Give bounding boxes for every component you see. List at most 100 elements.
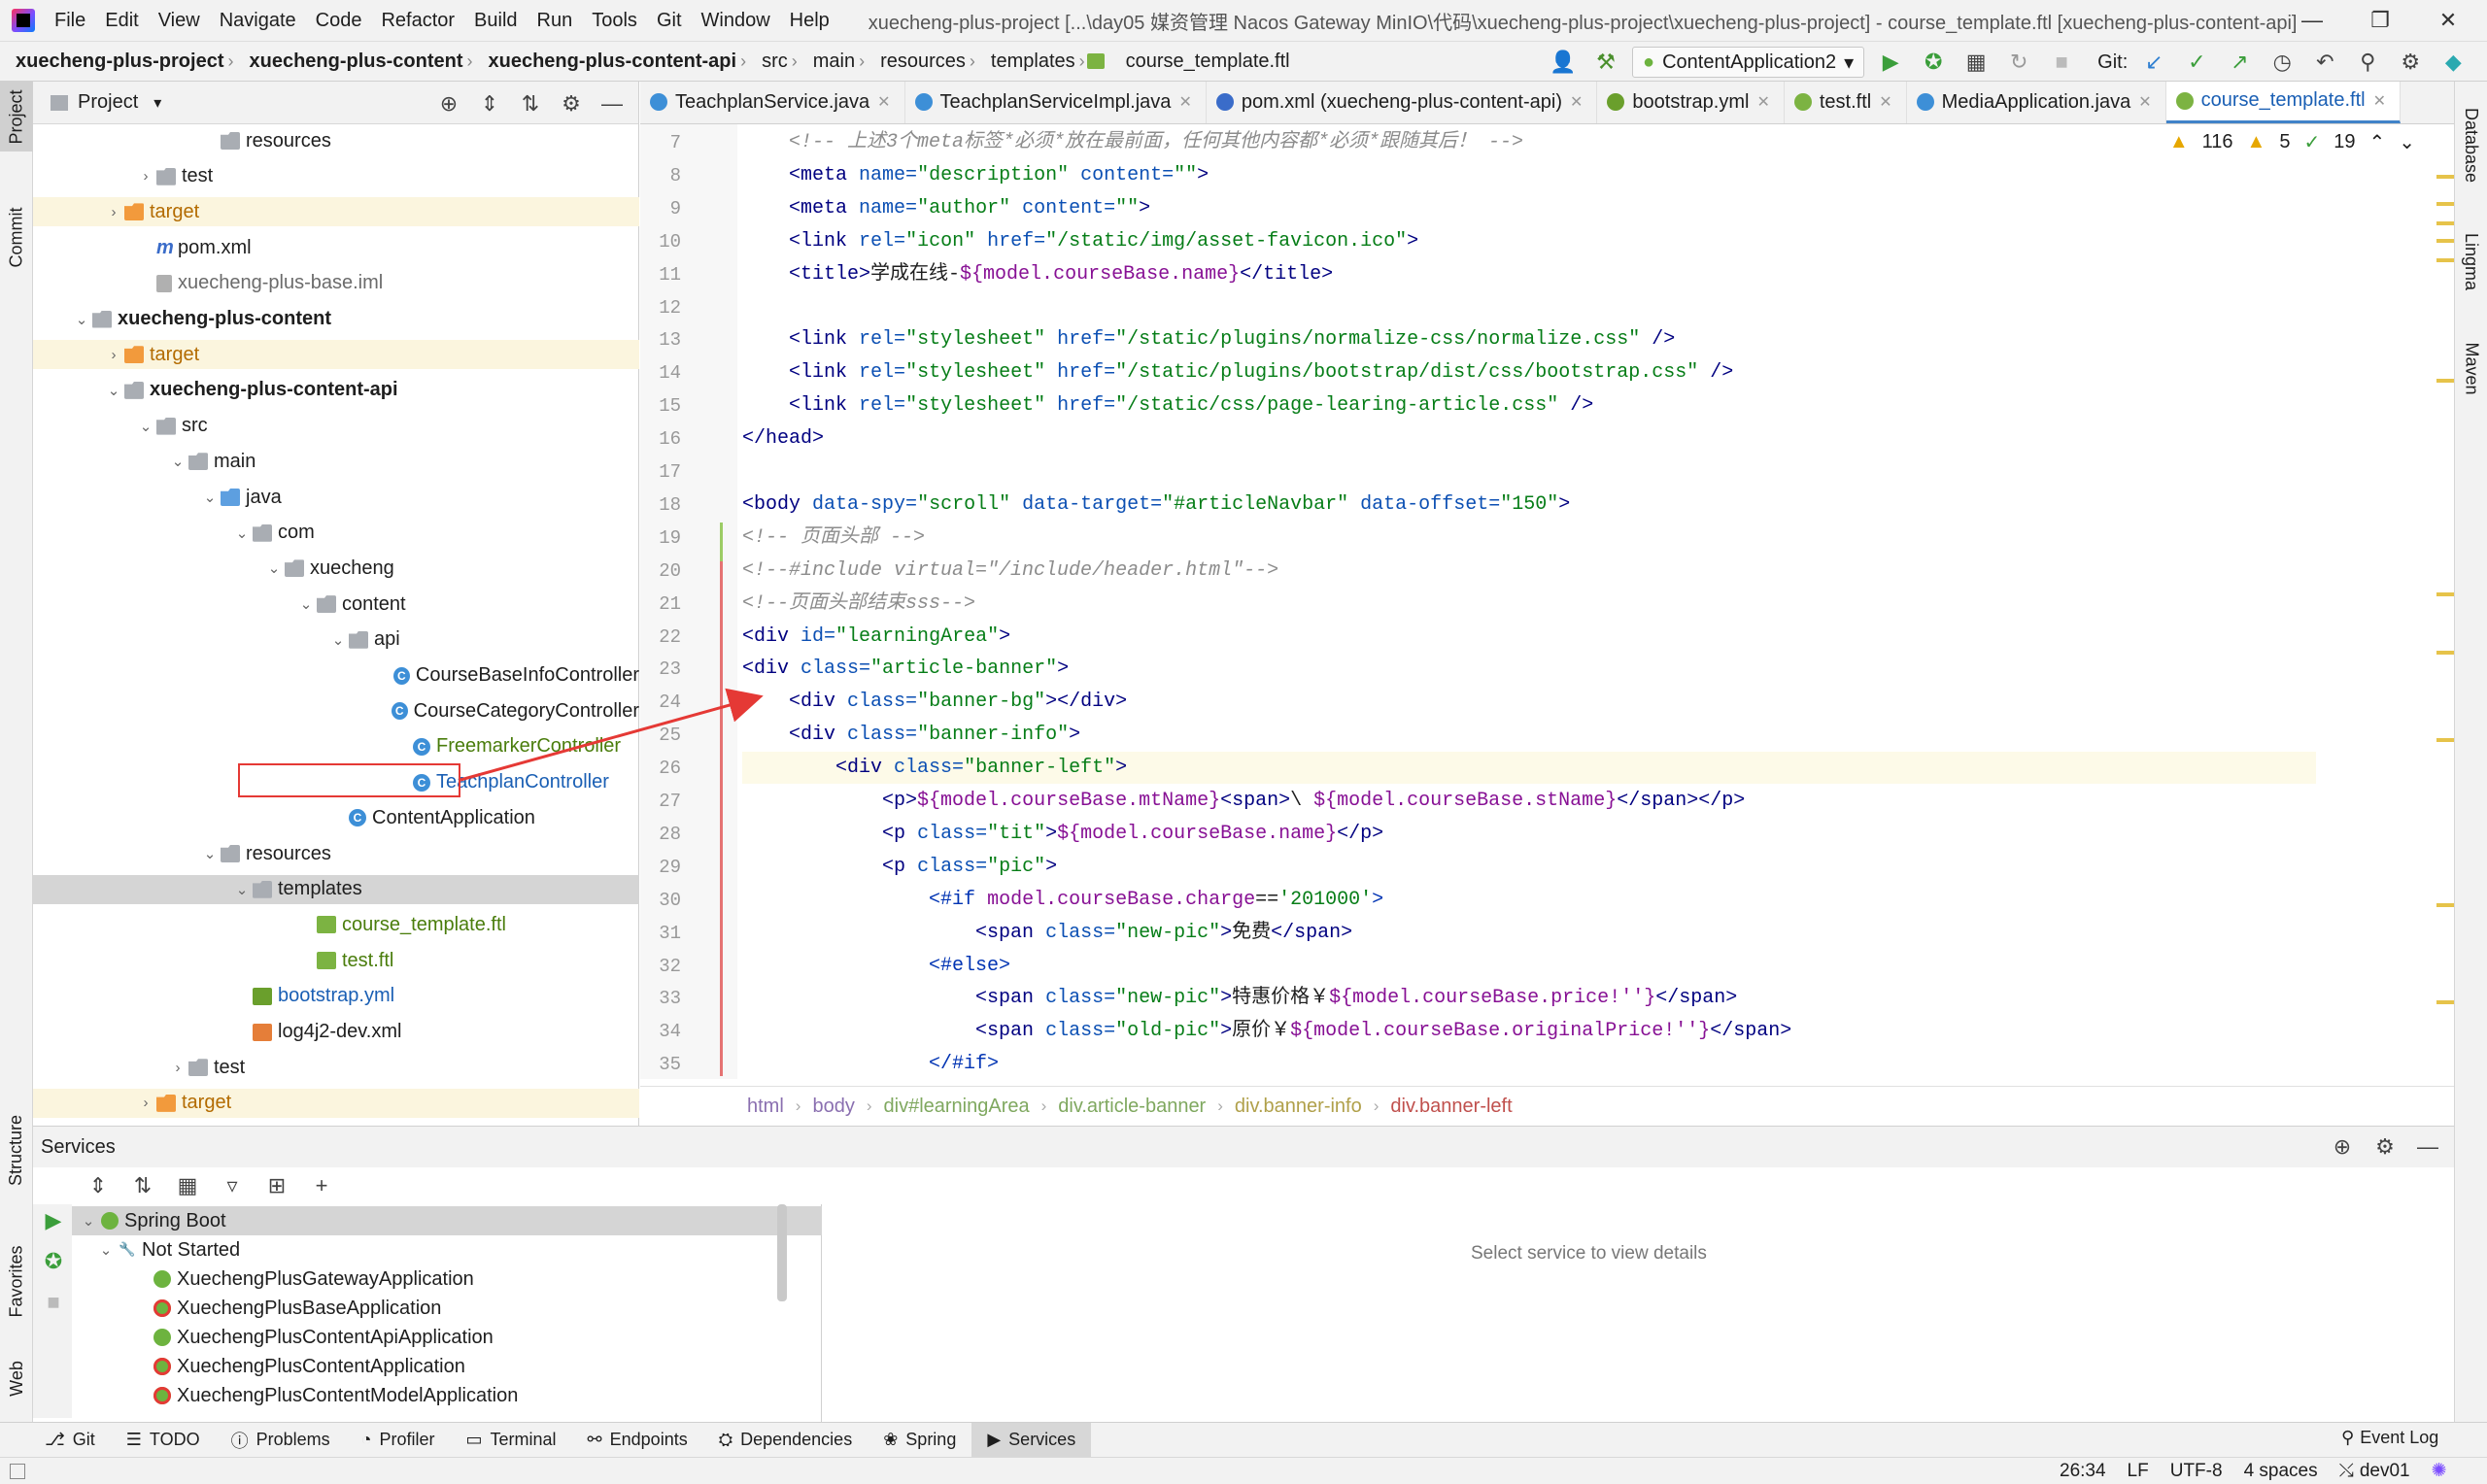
tree-item[interactable]: xuecheng-plus-base.iml (33, 269, 639, 298)
tab-commit[interactable]: Commit (0, 193, 33, 281)
chevron-down-icon[interactable]: ⌄ (297, 595, 315, 613)
code-breadcrumb-item[interactable]: div#learningArea (884, 1096, 1030, 1118)
tree-item[interactable]: mpom.xml (33, 233, 639, 262)
collapse-all-icon[interactable]: ⇅ (126, 1169, 159, 1202)
menu-navigate[interactable]: Navigate (210, 0, 306, 41)
globe-icon[interactable]: ⊕ (2326, 1130, 2359, 1164)
status-square-icon[interactable] (10, 1463, 25, 1479)
chevron-right-icon[interactable]: › (105, 204, 122, 220)
git-update-icon[interactable]: ↙ (2137, 46, 2170, 79)
locate-icon[interactable]: ⊕ (432, 87, 465, 120)
hide-panel-icon[interactable]: — (596, 87, 629, 120)
chevron-down-icon[interactable]: ⌄ (97, 1241, 115, 1259)
tree-item[interactable]: ⌄ xuecheng (33, 554, 639, 583)
chevron-down-icon[interactable]: ⌄ (233, 524, 251, 542)
menu-code[interactable]: Code (306, 0, 372, 41)
tree-item[interactable]: ⌄ xuecheng-plus-content (33, 305, 639, 334)
chevron-right-icon[interactable]: › (137, 1095, 154, 1111)
code-line[interactable]: <span class="old-pic">原价￥${model.courseB… (742, 1015, 1791, 1047)
tab-project[interactable]: Project (0, 82, 33, 152)
expand-all-icon[interactable]: ⇕ (473, 87, 506, 120)
bottom-tab-endpoints[interactable]: ⚯ Endpoints (572, 1423, 703, 1458)
bottom-tab-services[interactable]: ▶ Services (971, 1422, 1092, 1458)
editor-tab[interactable]: test.ftl ✕ (1785, 82, 1907, 123)
tab-maven[interactable]: Maven (2455, 324, 2487, 412)
git-push-icon[interactable]: ↗ (2223, 46, 2256, 79)
coverage-icon[interactable]: ▦ (1959, 46, 1993, 79)
breadcrumb-item[interactable]: xuecheng-plus-content-api (473, 51, 741, 73)
debug-icon[interactable]: ✪ (1917, 46, 1950, 79)
code-line[interactable]: <meta name="description" content=""> (742, 159, 1209, 191)
code-line[interactable]: <div class="banner-bg"></div> (742, 686, 1127, 718)
breadcrumb-item[interactable]: course_template.ftl (1110, 51, 1294, 73)
add-service-icon[interactable]: + (305, 1169, 338, 1202)
tab-web[interactable]: Web (0, 1344, 33, 1412)
project-panel-title[interactable]: Project (78, 91, 138, 114)
editor-tab[interactable]: TeachplanServiceImpl.java ✕ (905, 82, 1207, 123)
code-view[interactable]: <!-- 上述3个meta标签*必须*放在最前面，任何其他内容都*必须*跟随其后… (742, 124, 2316, 1079)
code-line[interactable]: </head> (742, 422, 824, 455)
chevron-down-icon[interactable]: ⌄ (201, 845, 219, 862)
code-line[interactable]: <link rel="stylesheet" href="/static/plu… (742, 356, 1733, 388)
profile-icon[interactable]: ↻ (2002, 46, 2035, 79)
debug-icon[interactable]: ✪ (37, 1245, 70, 1278)
close-tab-icon[interactable]: ✕ (877, 92, 890, 112)
code-line[interactable]: <span class="new-pic">免费</span> (742, 917, 1352, 949)
code-line[interactable]: <!--页面头部结束sss--> (742, 588, 975, 620)
breadcrumb-item[interactable]: src (746, 51, 792, 73)
chevron-down-icon[interactable]: ⌄ (329, 631, 347, 649)
services-scrollbar[interactable] (777, 1204, 787, 1301)
run-icon[interactable]: ▶ (37, 1204, 70, 1237)
caret-position[interactable]: 26:34 (2060, 1461, 2106, 1482)
run-icon[interactable]: ▶ (1874, 46, 1907, 79)
chevron-right-icon[interactable]: › (137, 168, 154, 185)
bottom-tab-profiler[interactable]: ◔ Profiler (346, 1423, 451, 1458)
code-line[interactable]: <div class="article-banner"> (742, 653, 1069, 685)
user-icon[interactable]: 👤 (1547, 46, 1580, 79)
chevron-down-icon[interactable]: ⌄ (265, 559, 283, 577)
chevron-down-icon[interactable]: ⌄ (137, 418, 154, 435)
error-stripe[interactable] (2436, 165, 2454, 1068)
tree-item[interactable]: › test (33, 162, 639, 191)
rollback-icon[interactable]: ↶ (2308, 46, 2341, 79)
tree-item[interactable]: C CourseBaseInfoController (33, 661, 639, 691)
menu-build[interactable]: Build (464, 0, 527, 41)
editor-tab[interactable]: bootstrap.yml ✕ (1597, 82, 1785, 123)
chevron-down-icon[interactable]: ⌄ (233, 881, 251, 898)
tree-item[interactable]: ⌄ main (33, 447, 639, 476)
chevron-right-icon[interactable]: › (105, 347, 122, 363)
chevron-right-icon[interactable]: › (169, 1060, 187, 1076)
code-line[interactable]: <meta name="author" content=""> (742, 192, 1150, 224)
code-line[interactable]: <#else> (742, 950, 1010, 982)
menu-view[interactable]: View (149, 0, 210, 41)
editor-tab[interactable]: MediaApplication.java ✕ (1907, 82, 2166, 123)
menu-file[interactable]: File (45, 0, 95, 41)
chevron-down-icon[interactable]: ⌄ (105, 382, 122, 399)
minimize-icon[interactable]: — (2283, 0, 2341, 41)
line-separator[interactable]: LF (2128, 1461, 2149, 1482)
vcs-change-marker[interactable] (720, 561, 723, 1076)
tree-item[interactable]: ⌄ src (33, 412, 639, 441)
menu-run[interactable]: Run (528, 0, 583, 41)
editor-tab[interactable]: course_template.ftl ✕ (2165, 82, 2401, 123)
code-line[interactable]: </#if> (742, 1048, 999, 1079)
service-item[interactable]: ⌄ Spring Boot (72, 1206, 822, 1235)
event-log-button[interactable]: ⚲ Event Log (2341, 1428, 2438, 1448)
code-line[interactable]: <#if model.courseBase.charge=='201000'> (742, 884, 1383, 916)
options-gear-icon[interactable]: ⚙ (555, 87, 588, 120)
chevron-down-icon[interactable]: ⌄ (2399, 130, 2415, 154)
file-encoding[interactable]: UTF-8 (2170, 1461, 2223, 1482)
code-breadcrumb-item[interactable]: div.banner-info (1235, 1096, 1362, 1118)
code-line[interactable]: <!-- 页面头部 --> (742, 522, 925, 554)
code-breadcrumb-item[interactable]: div.banner-left (1390, 1096, 1512, 1118)
bottom-tab-spring[interactable]: ❀ Spring (868, 1423, 971, 1458)
plugin-icon[interactable]: ◆ (2436, 46, 2470, 79)
stop-icon[interactable]: ■ (2045, 46, 2078, 79)
tree-item[interactable]: ⌄ api (33, 625, 639, 655)
code-line[interactable]: <link rel="icon" href="/static/img/asset… (742, 225, 1418, 257)
bottom-tab-git[interactable]: ⎇ Git (29, 1423, 111, 1458)
bottom-tab-todo[interactable]: ☰ TODO (111, 1423, 216, 1458)
code-line[interactable]: <span class="new-pic">特惠价格￥${model.cours… (742, 982, 1737, 1014)
service-item[interactable]: ⌄ 🔧 Not Started (72, 1235, 822, 1265)
tree-item[interactable]: C ContentApplication (33, 803, 639, 832)
